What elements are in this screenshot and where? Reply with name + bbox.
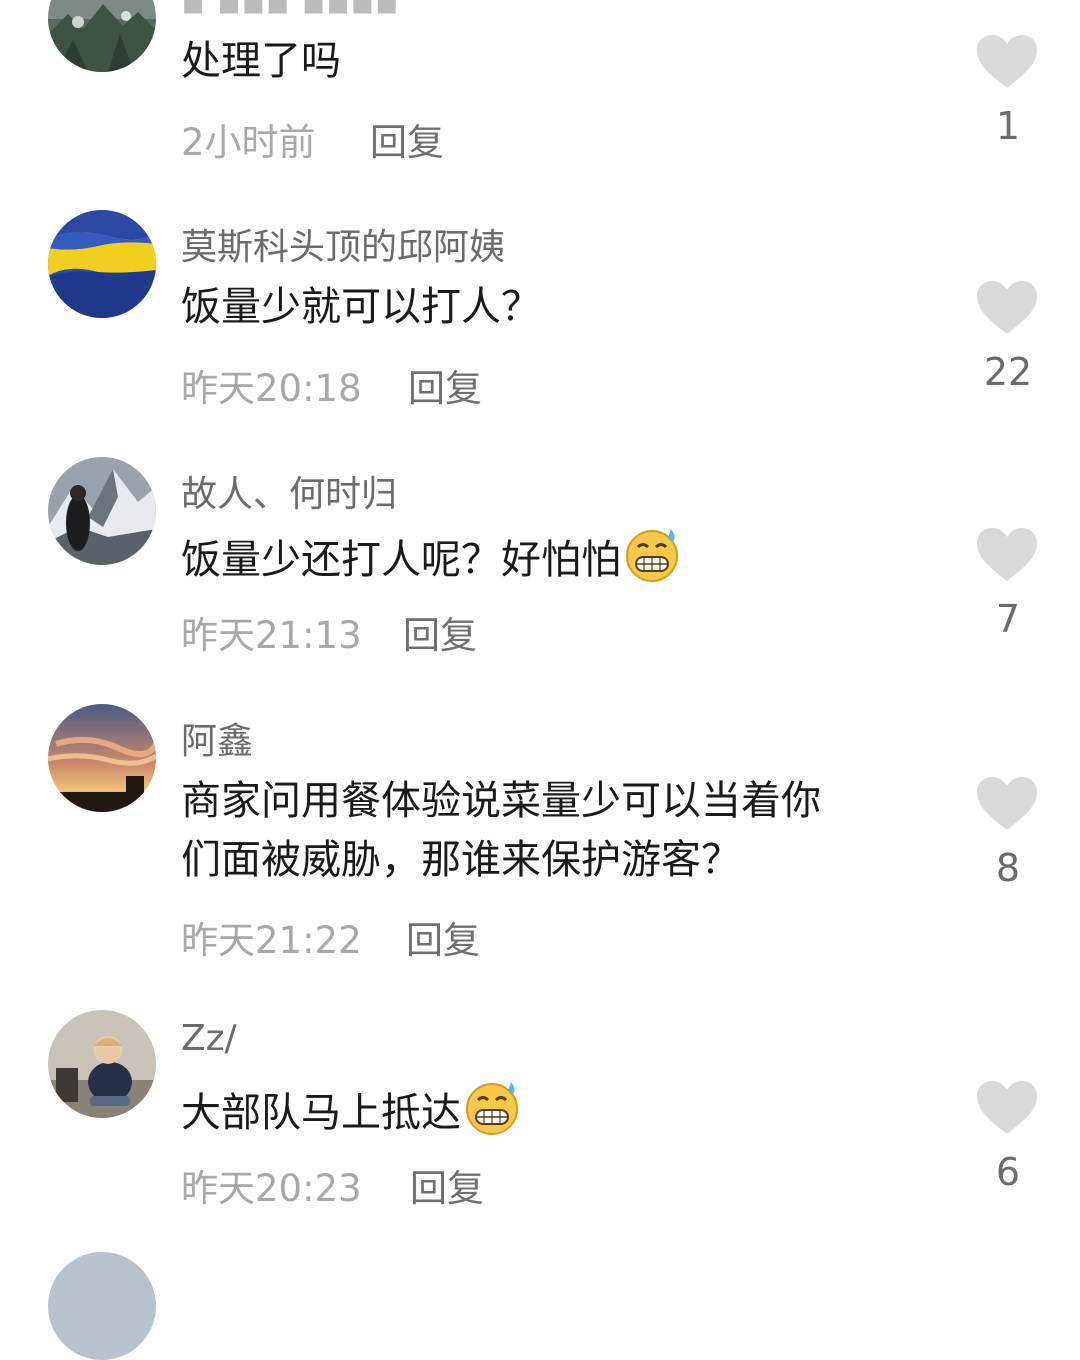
username-cropped: ▪ ▪▪▪ ▪▪▪▪: [181, 0, 400, 23]
reply-button[interactable]: 回复: [406, 910, 480, 964]
like-button[interactable]: [975, 280, 1039, 336]
like-button[interactable]: [975, 527, 1039, 583]
reply-button[interactable]: 回复: [410, 1158, 484, 1212]
username[interactable]: 莫斯科头顶的邱阿姨: [181, 218, 505, 270]
like-button[interactable]: [975, 1080, 1039, 1136]
like-count: 22: [983, 350, 1033, 394]
heart-icon: [977, 35, 1037, 88]
like-count: 7: [995, 597, 1021, 641]
comment-timestamp: 2小时前: [181, 121, 316, 164]
comment-text: 饭量少还打人呢？好怕怕: [181, 525, 921, 590]
comment-timestamp: 昨天20:18: [181, 367, 362, 410]
avatar[interactable]: [48, 1010, 156, 1118]
avatar[interactable]: [48, 210, 156, 318]
avatar[interactable]: [48, 1252, 156, 1360]
reply-button[interactable]: 回复: [370, 112, 444, 166]
comment-timestamp: 昨天21:22: [181, 919, 362, 962]
heart-icon: [977, 1081, 1037, 1134]
comment-text: 饭量少就可以打人？: [181, 284, 541, 330]
like-button[interactable]: [975, 776, 1039, 832]
heart-icon: [977, 528, 1037, 581]
heart-icon: [977, 777, 1037, 830]
grin-sweat-emoji: [463, 1078, 521, 1136]
like-count: 6: [995, 1150, 1021, 1194]
like-button[interactable]: [975, 34, 1039, 90]
reply-button[interactable]: 回复: [403, 605, 477, 659]
comment-timestamp: 昨天20:23: [181, 1167, 362, 1210]
username[interactable]: Zz/: [181, 1018, 237, 1059]
username[interactable]: 故人、何时归: [181, 465, 397, 517]
avatar[interactable]: [48, 0, 156, 72]
comment-text: 大部队马上抵达: [181, 1078, 921, 1143]
username[interactable]: 阿鑫: [181, 712, 253, 764]
comment-text: 商家问用餐体验说菜量少可以当着你 们面被威胁，那谁来保护游客？: [181, 778, 821, 883]
avatar[interactable]: [48, 704, 156, 812]
avatar[interactable]: [48, 457, 156, 565]
grin-sweat-emoji: [623, 525, 681, 583]
reply-button[interactable]: 回复: [408, 358, 482, 412]
comment-text: 处理了吗: [181, 38, 341, 84]
heart-icon: [977, 281, 1037, 334]
like-count: 1: [995, 104, 1021, 148]
comment-timestamp: 昨天21:13: [181, 614, 362, 657]
like-count: 8: [995, 846, 1021, 890]
